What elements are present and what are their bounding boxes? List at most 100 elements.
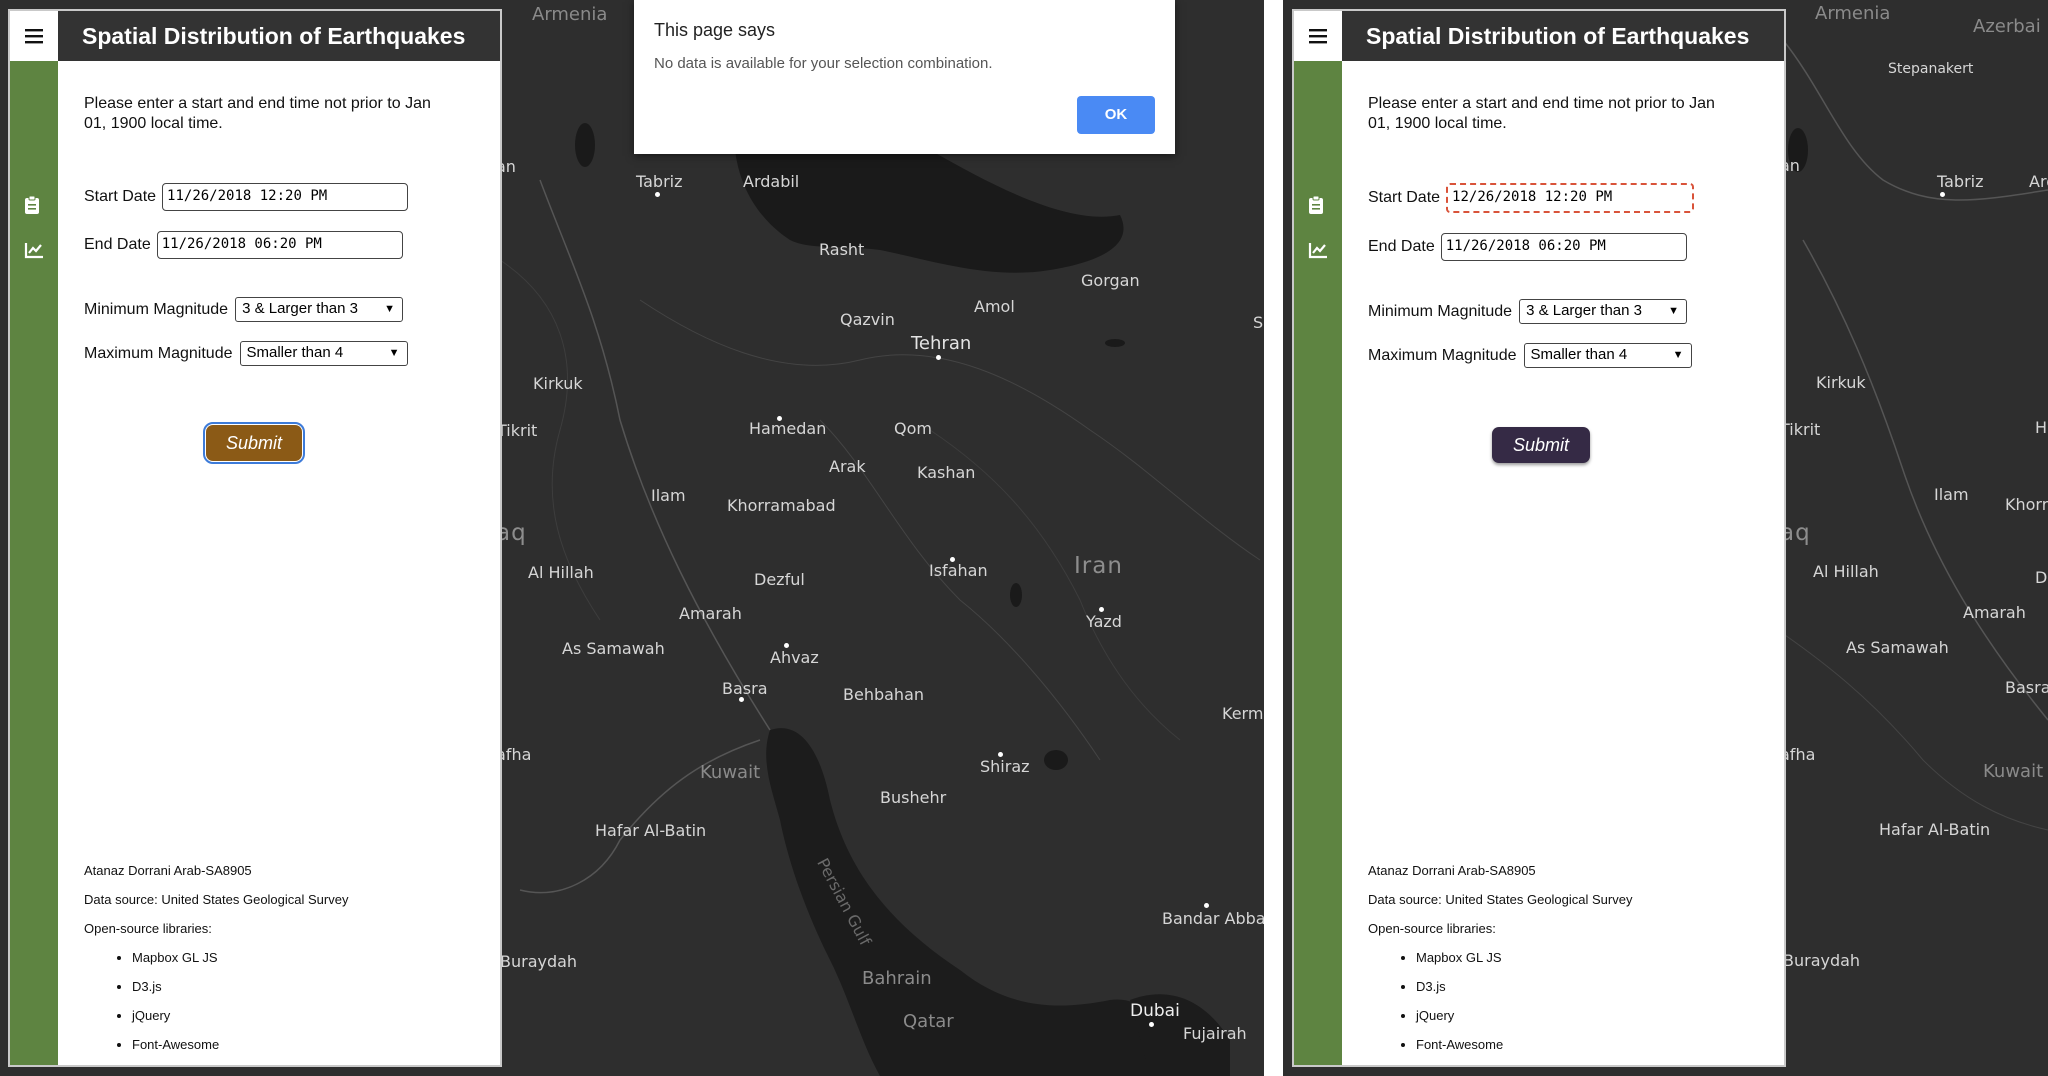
map-label: Tehran <box>911 333 972 354</box>
app-title: Spatial Distribution of Earthquakes <box>1342 11 1784 61</box>
list-item: Mapbox GL JS <box>1416 943 1632 972</box>
map-label: Ilam <box>651 486 686 505</box>
right-screen: Armenia Azerbai Stepanakert Tabriz Ard a… <box>1283 0 2048 1076</box>
map-label: Ilam <box>1934 485 1969 504</box>
caret-down-icon: ▼ <box>1672 349 1684 361</box>
map-label: Buraydah <box>500 952 578 971</box>
map-label: Qom <box>894 419 932 438</box>
map-label: Dezful <box>754 570 805 589</box>
side-panel: Spatial Distribution of Earthquakes Plea… <box>8 9 502 1067</box>
map-label: Hafar Al-Batin <box>1879 820 1991 839</box>
max-magnitude-value: Smaller than 4 <box>1530 346 1628 363</box>
map-label: Qazvin <box>840 310 895 329</box>
min-magnitude-label: Minimum Magnitude <box>84 300 229 318</box>
map-label: Yazd <box>1086 612 1122 631</box>
libraries-list: Mapbox GL JS D3.js jQuery Font-Awesome <box>84 943 348 1059</box>
map-label: Dubai <box>1130 1001 1180 1021</box>
side-panel: Spatial Distribution of Earthquakes Plea… <box>1292 9 1786 1067</box>
hamburger-menu-button[interactable] <box>10 11 58 61</box>
list-item: D3.js <box>1416 972 1632 1001</box>
map-label: Tabriz <box>636 172 683 191</box>
start-date-row: Start Date 12/26/2018 12:20 PM <box>1368 183 1695 213</box>
hamburger-icon <box>1309 29 1327 44</box>
end-date-input[interactable]: 11/26/2018 06:20 PM <box>156 231 403 259</box>
max-magnitude-select[interactable]: Smaller than 4 ▼ <box>239 341 408 366</box>
min-magnitude-value: 3 & Larger than 3 <box>242 300 358 317</box>
map-label: As Samawah <box>1846 638 1949 657</box>
map-label: Arak <box>829 457 866 476</box>
map-label: Khorramabad <box>727 496 836 515</box>
list-item: jQuery <box>1416 1001 1632 1030</box>
start-date-row: Start Date 11/26/2018 12:20 PM <box>84 183 409 211</box>
clipboard-icon[interactable] <box>1308 195 1328 215</box>
min-magnitude-select[interactable]: 3 & Larger than 3 ▼ <box>235 297 404 322</box>
map-label: Bushehr <box>880 788 947 807</box>
max-magnitude-row: Maximum Magnitude Smaller than 4 ▼ <box>84 341 408 366</box>
ok-button[interactable]: OK <box>1077 96 1155 134</box>
line-chart-icon[interactable] <box>1308 241 1328 261</box>
map-label: Shiraz <box>980 757 1030 776</box>
map-label: Isfahan <box>929 561 988 580</box>
max-magnitude-label: Maximum Magnitude <box>1368 346 1517 364</box>
min-magnitude-row: Minimum Magnitude 3 & Larger than 3 ▼ <box>1368 299 1688 324</box>
map-label: Kirkuk <box>1816 373 1866 392</box>
map-label: Kirkuk <box>533 374 583 393</box>
submit-button[interactable]: Submit <box>203 422 305 464</box>
alert-dialog: This page says No data is available for … <box>634 0 1175 154</box>
map-label: D <box>2035 568 2048 587</box>
list-item: D3.js <box>132 972 348 1001</box>
map-label: Ard <box>2029 172 2048 191</box>
submit-button[interactable]: Submit <box>1492 427 1590 463</box>
sidebar-rail <box>1294 61 1342 1065</box>
line-chart-icon[interactable] <box>24 241 44 261</box>
end-date-label: End Date <box>84 236 151 253</box>
credit-text: Atanaz Dorrani Arab-SA8905 <box>1368 863 1536 878</box>
clipboard-icon[interactable] <box>24 195 44 215</box>
map-label: Al Hillah <box>1813 562 1879 581</box>
start-date-input[interactable]: 12/26/2018 12:20 PM <box>1446 183 1695 213</box>
map-label: Hamedan <box>749 419 827 438</box>
map-label: Gorgan <box>1081 271 1140 290</box>
end-date-input[interactable]: 11/26/2018 06:20 PM <box>1440 233 1687 261</box>
intro-text: Please enter a start and end time not pr… <box>84 95 431 132</box>
caret-down-icon: ▼ <box>388 347 400 359</box>
credit-text: Atanaz Dorrani Arab-SA8905 <box>84 863 252 878</box>
caret-down-icon: ▼ <box>1668 305 1680 317</box>
map-label: Bandar Abbas <box>1162 909 1264 928</box>
min-magnitude-select[interactable]: 3 & Larger than 3 ▼ <box>1519 299 1688 324</box>
min-magnitude-row: Minimum Magnitude 3 & Larger than 3 ▼ <box>84 297 404 322</box>
start-date-input[interactable]: 11/26/2018 12:20 PM <box>162 183 409 211</box>
map-label: Amarah <box>679 604 742 623</box>
data-source-text: Data source: United States Geological Su… <box>1368 892 1633 907</box>
data-source-text: Data source: United States Geological Su… <box>84 892 349 907</box>
map-label: H <box>2035 418 2048 437</box>
end-date-row: End Date 11/26/2018 06:20 PM <box>1368 233 1687 261</box>
max-magnitude-select[interactable]: Smaller than 4 ▼ <box>1523 343 1692 368</box>
start-date-label: Start Date <box>1368 189 1441 206</box>
map-label: Kuwait <box>700 762 761 783</box>
intro-text: Please enter a start and end time not pr… <box>1368 95 1715 132</box>
map-label: Behbahan <box>843 685 925 704</box>
map-label: Hafar Al-Batin <box>595 821 707 840</box>
map-label: Armenia <box>532 4 608 25</box>
end-date-label: End Date <box>1368 238 1435 255</box>
map-label: Armenia <box>1815 3 1891 24</box>
map-label: Fujairah <box>1183 1024 1247 1043</box>
map-label: Kashan <box>917 463 976 482</box>
map-label: Basra <box>2005 678 2048 697</box>
libraries-list: Mapbox GL JS D3.js jQuery Font-Awesome <box>1368 943 1632 1059</box>
map-label: Amarah <box>1963 603 2026 622</box>
panel-footer: Atanaz Dorrani Arab-SA8905 Data source: … <box>84 856 348 1059</box>
sidebar-rail <box>10 61 58 1065</box>
libraries-label: Open-source libraries: <box>84 921 212 936</box>
start-date-label: Start Date <box>84 188 157 205</box>
app-title: Spatial Distribution of Earthquakes <box>58 11 500 61</box>
map-label: Khorr <box>2005 495 2048 514</box>
list-item: jQuery <box>132 1001 348 1030</box>
map-label: Stepanakert <box>1888 61 1974 77</box>
map-label: Buraydah <box>1783 951 1861 970</box>
map-label: Kerma <box>1222 704 1264 723</box>
min-magnitude-value: 3 & Larger than 3 <box>1526 302 1642 319</box>
map-label: Amol <box>974 297 1015 316</box>
hamburger-menu-button[interactable] <box>1294 11 1342 61</box>
